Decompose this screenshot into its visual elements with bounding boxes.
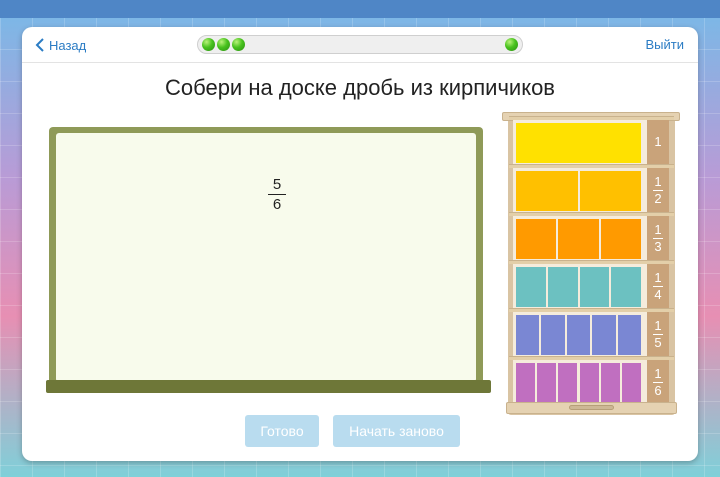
back-button[interactable]: Назад [35,36,86,54]
exit-button[interactable]: Выйти [646,37,685,52]
brick-label: 15 [647,312,669,356]
brick-label-numerator: 1 [654,269,662,285]
fraction-brick[interactable] [537,363,559,403]
restart-button[interactable]: Начать заново [333,415,460,447]
fraction-brick[interactable] [516,219,559,259]
brick-label: 14 [647,264,669,308]
fraction-numerator: 5 [272,176,282,193]
back-label: Назад [49,37,87,53]
fraction-brick[interactable] [621,363,643,403]
page-title: Собери на доске дробь из кирпичиков [164,75,555,100]
shelf-row-2: 12 [513,168,669,212]
fraction-brick[interactable] [579,171,643,211]
fraction-brick[interactable] [516,363,538,403]
top-bar: Назад Выйти [22,27,698,63]
fraction-brick[interactable] [600,219,643,259]
done-button[interactable]: Готово [245,415,319,447]
fraction-brick[interactable] [516,171,580,211]
fraction-brick[interactable] [617,315,643,355]
board-ledge [46,380,491,393]
fraction-brick[interactable] [579,363,601,403]
page-top-strip [0,0,720,18]
brick-label-numerator: 1 [654,365,662,381]
board-drop-area[interactable]: 5 6 [56,133,476,382]
brick-label: 1 [647,120,669,164]
progress-dot-3 [232,38,245,51]
fraction-denominator: 6 [272,196,282,213]
brick-label-numerator: 1 [654,317,662,333]
brick-label-numerator: 1 [654,173,662,189]
brick-label: 13 [647,216,669,260]
progress-bar [197,35,523,54]
fraction-brick[interactable] [592,315,618,355]
chalkboard: 5 6 [49,127,483,385]
fraction-brick[interactable] [566,315,593,355]
progress-dot-2 [217,38,230,51]
brick-label-denominator: 4 [654,286,662,302]
shelf-row-3: 13 [513,216,669,260]
brick-label: 12 [647,168,669,212]
fraction-brick[interactable] [516,315,542,355]
shelf-row-5: 15 [513,312,669,356]
progress-dot-1 [202,38,215,51]
shelf-row-6: 16 [513,360,669,404]
brick-label-numerator: 1 [654,221,662,237]
brick-label-denominator: 6 [654,382,662,398]
fraction-brick[interactable] [516,123,643,163]
task-card: Назад Выйти Собери на доске дробь из кир… [22,27,698,461]
shelf-row-1: 1 [513,120,669,164]
brick-label-denominator: 5 [654,334,662,350]
progress-dot-end [505,38,518,51]
fraction-brick[interactable] [600,363,622,403]
brick-label-denominator: 3 [654,238,662,254]
fraction-brick[interactable] [516,267,548,307]
brick-label-denominator: 2 [654,190,662,206]
target-fraction: 5 6 [268,176,286,213]
brick-label-numerator: 1 [654,134,662,149]
chevron-left-icon [35,38,44,52]
fraction-brick[interactable] [611,267,643,307]
fraction-brick[interactable] [579,267,612,307]
fraction-brick[interactable] [547,267,580,307]
fraction-brick[interactable] [541,315,567,355]
fraction-brick[interactable] [558,219,601,259]
shelf-handle [569,405,614,410]
fraction-bar [268,194,286,195]
shelf-row-4: 14 [513,264,669,308]
fraction-brick[interactable] [558,363,580,403]
brick-label: 16 [647,360,669,404]
